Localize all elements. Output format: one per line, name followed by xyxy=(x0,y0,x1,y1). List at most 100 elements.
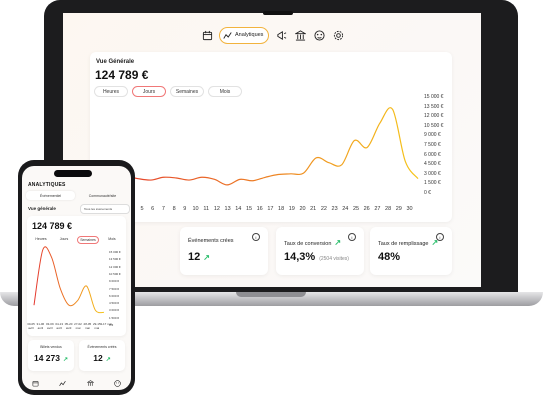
face-icon[interactable] xyxy=(114,380,121,387)
analytics-icon[interactable] xyxy=(59,380,67,387)
bank-icon[interactable] xyxy=(293,28,307,42)
x-tick-label: 16 xyxy=(256,206,263,212)
x-tick-label: 14 xyxy=(235,206,242,212)
megaphone-icon[interactable] xyxy=(274,28,288,42)
y-tick-label: 6 000 € xyxy=(424,151,441,158)
stat-card-conversion: i Taux de conversion ↗ 14,3% (2504 visites… xyxy=(276,227,364,275)
trend-up-icon: ↗ xyxy=(334,238,342,247)
stat-title-text: Taux de remplissage xyxy=(378,241,429,247)
stat-value-text: 12 xyxy=(188,251,201,263)
y-tick-label: 9 000 € xyxy=(424,132,441,139)
phone-stat-value-text: 12 xyxy=(93,353,103,363)
phone-dynamic-island xyxy=(54,170,92,177)
phone-y-tick-label: 4 500 € xyxy=(109,301,120,306)
phone-stat-events: Évènements créés 12 ↗ xyxy=(79,340,125,371)
phone-overview-label: Vue générale xyxy=(28,206,56,211)
phone-y-tick-label: 15 000 € xyxy=(109,250,121,254)
stat-value: 48% xyxy=(378,251,401,263)
x-tick-label: 5 xyxy=(140,206,144,212)
x-tick-label: 21 xyxy=(310,206,317,212)
x-tick-label: 28 xyxy=(385,206,392,212)
trend-up-icon: ↗ xyxy=(62,357,69,363)
phone-y-tick-label: 13 500 € xyxy=(109,257,121,262)
phone-overview-total: 124 789 € xyxy=(32,221,73,231)
stat-value: 12 ↗ xyxy=(188,251,210,263)
overview-title: Vue Générale xyxy=(96,59,135,65)
x-tick-label: 6 xyxy=(151,206,155,212)
x-tick-label: 12 xyxy=(213,206,220,212)
event-filter-select[interactable]: Tous les événements xyxy=(80,204,130,214)
stat-value: 14,3% (2504 visites) xyxy=(284,251,349,263)
x-tick-label: 22 xyxy=(320,206,327,212)
x-tick-label: 25 xyxy=(352,206,360,212)
tab-analytiques[interactable]: Analytiques xyxy=(219,26,270,44)
x-tick-label: 8 xyxy=(172,206,176,212)
phone-stat-value: 14 273 ↗ xyxy=(28,353,74,363)
x-tick-label: 17 xyxy=(267,206,274,212)
stat-title-text: Taux de conversion xyxy=(284,241,332,247)
phone-tab-semaines[interactable]: Semaines xyxy=(77,236,99,244)
phone-tabs: Événementiel Communauté/site xyxy=(26,191,127,200)
phone-y-tick-label: 12 000 € xyxy=(109,264,121,269)
phone-y-tick-label: 9 000 € xyxy=(109,279,120,284)
phone-stat-tickets: Billets vendus 14 273 ↗ xyxy=(28,340,74,371)
stat-title: Taux de conversion ↗ xyxy=(284,238,341,247)
tab-analytiques-label: Analytiques xyxy=(235,32,264,38)
x-tick-label: 27 xyxy=(374,206,381,212)
face-icon[interactable] xyxy=(312,28,326,42)
info-icon[interactable]: i xyxy=(252,233,260,241)
phone-line-chart xyxy=(33,246,105,314)
y-tick-label: 13 500 € xyxy=(424,103,444,110)
stat-value-text: 14,3% xyxy=(284,251,316,263)
phone-tab-mois[interactable]: Mois xyxy=(102,236,122,242)
x-tick-label: 7 xyxy=(161,206,165,212)
x-tick-label: 11 xyxy=(203,206,210,212)
phone-y-tick-label: 1 500 € xyxy=(109,315,120,320)
calendar-icon[interactable] xyxy=(32,380,39,387)
phone-stat-value: 12 ↗ xyxy=(79,353,125,363)
series-line xyxy=(33,246,105,314)
y-tick-label: 12 000 € xyxy=(424,113,444,120)
stat-title: Événements crées xyxy=(188,238,234,244)
x-tick-label: 9 xyxy=(183,206,187,212)
y-tick-label: 3 000 € xyxy=(424,170,441,177)
stat-card-fill-rate: i Taux de remplissage ↗ 48% xyxy=(370,227,452,275)
phone-x-tick-label: 3-17 mai xyxy=(100,322,113,326)
x-tick-label: 30 xyxy=(406,206,413,212)
phone-tab-heures[interactable]: Heures xyxy=(31,236,51,242)
phone-stat-title: Billets vendus xyxy=(40,345,62,349)
top-nav: Analytiques xyxy=(200,26,345,44)
info-icon[interactable]: i xyxy=(348,233,356,241)
x-tick-label: 23 xyxy=(331,206,338,212)
y-tick-label: 4 500 € xyxy=(424,161,441,168)
analytics-icon xyxy=(223,31,232,39)
phone-title: ANALYTIQUES xyxy=(28,182,66,188)
calendar-icon[interactable] xyxy=(200,28,214,42)
x-tick-label: 26 xyxy=(363,206,370,212)
phone-tab-jours[interactable]: Jours xyxy=(54,236,74,242)
series-line xyxy=(99,107,419,186)
bank-icon[interactable] xyxy=(86,380,94,387)
settings-icon[interactable] xyxy=(331,28,345,42)
x-tick-label: 20 xyxy=(299,206,306,212)
camera-notch xyxy=(263,11,293,15)
x-tick-label: 15 xyxy=(245,206,253,212)
stat-subtext: (2504 visites) xyxy=(319,256,349,262)
trend-up-icon: ↗ xyxy=(431,238,439,247)
x-tick-label: 18 xyxy=(278,206,285,212)
phone-period-tabs: Heures Jours Semaines Mois xyxy=(31,236,122,244)
phone-tab-evenementiel[interactable]: Événementiel xyxy=(26,191,75,200)
x-tick-label: 24 xyxy=(342,206,349,212)
trend-up-icon: ↗ xyxy=(203,253,210,262)
y-tick-label: 0 € xyxy=(424,190,431,196)
phone-tab-communaute[interactable]: Communauté/site xyxy=(78,191,127,200)
x-tick-label: 13 xyxy=(224,206,231,212)
stat-card-events: i Événements crées 12 ↗ xyxy=(180,227,268,275)
x-tick-label: 10 xyxy=(192,206,199,212)
revenue-line-chart xyxy=(99,107,419,186)
phone-stat-value-text: 14 273 xyxy=(33,353,60,363)
phone-bottom-nav xyxy=(22,377,131,390)
event-filter-text: Tous les événements xyxy=(84,207,113,211)
y-tick-label: 10 500 € xyxy=(424,122,444,129)
overview-total: 124 789 € xyxy=(95,68,149,82)
